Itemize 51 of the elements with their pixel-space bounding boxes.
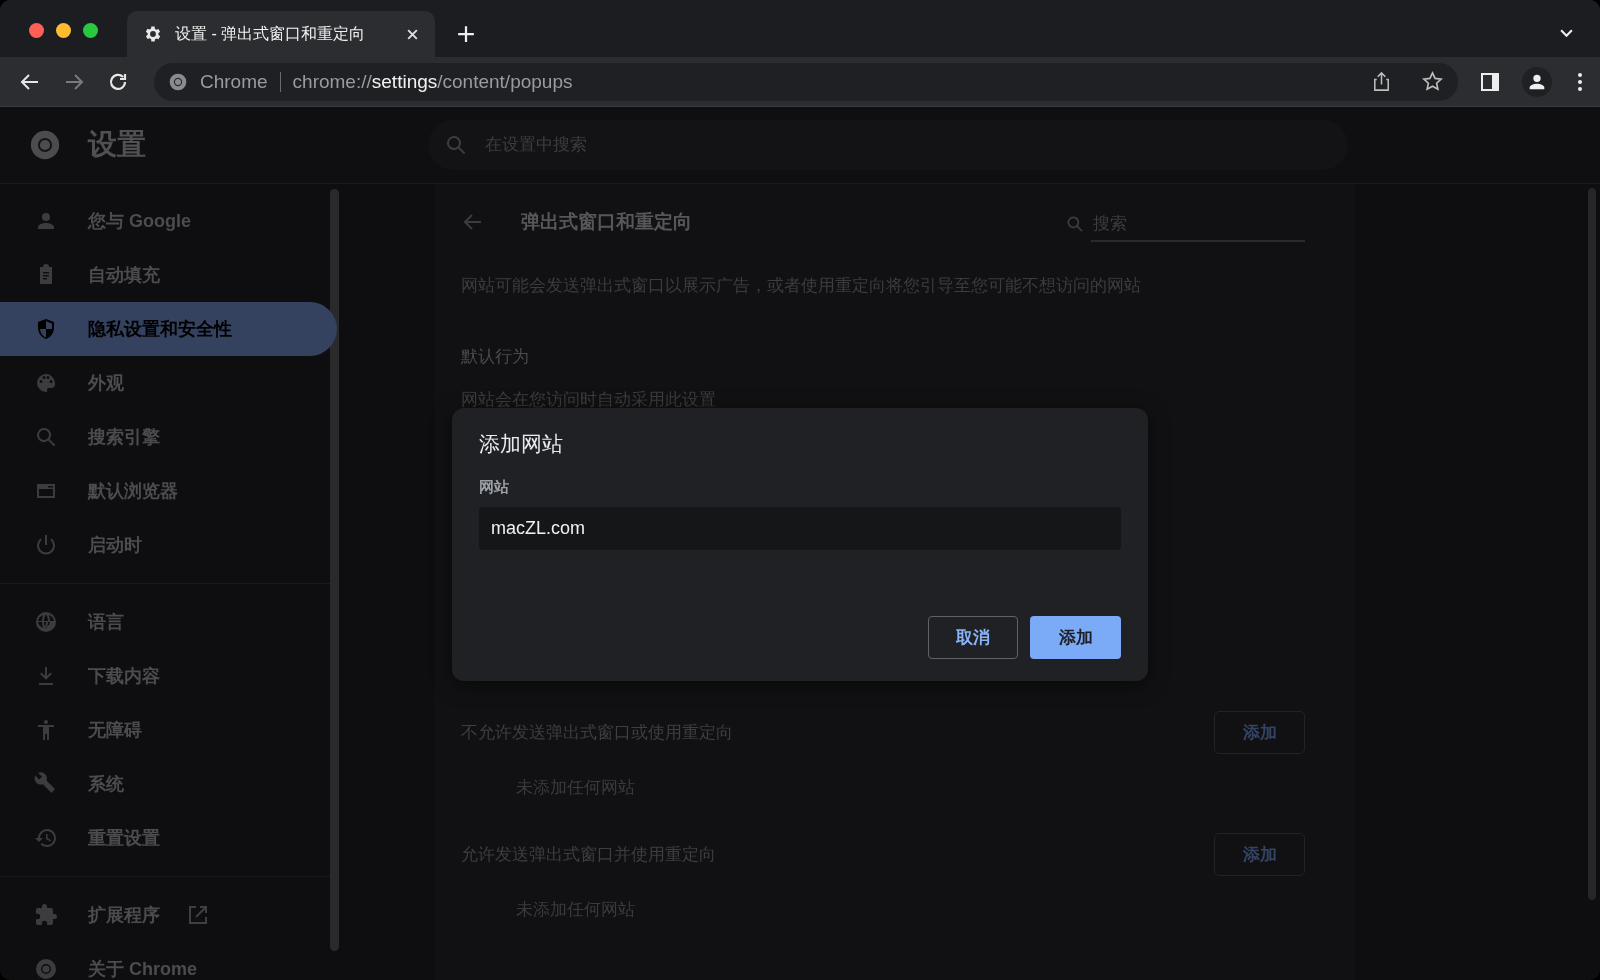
- section-heading: 默认行为: [461, 346, 530, 368]
- sidebar-item[interactable]: 重置设置: [0, 811, 326, 865]
- power-icon: [34, 533, 58, 557]
- sidebar-item[interactable]: 系统: [0, 757, 326, 811]
- star-icon[interactable]: [1421, 70, 1444, 93]
- add-button[interactable]: 添加: [1214, 711, 1305, 754]
- sidebar-item[interactable]: 搜索引擎: [0, 410, 326, 464]
- globe-icon: [34, 610, 58, 634]
- history-icon: [34, 826, 58, 850]
- sidebar-item[interactable]: 默认浏览器: [0, 464, 326, 518]
- new-tab-icon[interactable]: [457, 25, 475, 43]
- address-bar[interactable]: Chrome chrome://settings/content/popups: [154, 62, 1458, 101]
- url-text: chrome://settings/content/popups: [292, 70, 573, 93]
- palette-icon: [34, 371, 58, 395]
- add-button[interactable]: 添加: [1214, 833, 1305, 876]
- site-label: Chrome: [200, 70, 268, 93]
- sidebar-item[interactable]: 您与 Google: [0, 194, 326, 248]
- chrome-logo-icon: [168, 71, 188, 92]
- sidebar-item[interactable]: 语言: [0, 595, 326, 649]
- search-icon: [1065, 214, 1085, 234]
- profile-avatar[interactable]: [1522, 66, 1552, 97]
- close-icon[interactable]: [406, 27, 419, 41]
- minimize-window-button[interactable]: [56, 23, 71, 38]
- add-button[interactable]: 添加: [1030, 616, 1121, 659]
- external-link-icon: [186, 903, 210, 927]
- sidebar-item[interactable]: 外观: [0, 356, 326, 410]
- search-icon: [34, 425, 58, 449]
- settings-title: 设置: [88, 127, 147, 162]
- wrench-icon: [34, 772, 58, 796]
- scrollbar[interactable]: [1588, 188, 1596, 900]
- sidebar-item[interactable]: 扩展程序: [0, 888, 326, 942]
- site-input-field[interactable]: macZL.com: [479, 507, 1121, 550]
- dialog-title: 添加网站: [479, 431, 564, 457]
- sidebar-item[interactable]: 启动时: [0, 518, 326, 572]
- sidebar-item[interactable]: 无障碍: [0, 703, 326, 757]
- sidebar-item[interactable]: 隐私设置和安全性: [0, 302, 337, 356]
- close-window-button[interactable]: [29, 23, 44, 38]
- cancel-button[interactable]: 取消: [928, 616, 1018, 659]
- page-title: 弹出式窗口和重定向: [521, 210, 692, 234]
- puzzle-icon: [34, 903, 58, 927]
- sidebar-item[interactable]: 下载内容: [0, 649, 326, 703]
- sidebar-item[interactable]: 关于 Chrome: [0, 942, 326, 980]
- zoom-window-button[interactable]: [83, 23, 98, 38]
- gear-icon: [143, 24, 163, 44]
- browser-tab[interactable]: 设置 - 弹出式窗口和重定向: [127, 11, 435, 57]
- field-label: 网站: [479, 478, 510, 497]
- chrome-logo-icon: [28, 128, 62, 162]
- sidebar-item[interactable]: 自动填充: [0, 248, 326, 302]
- search-icon: [444, 133, 468, 157]
- chevron-down-icon[interactable]: [1559, 28, 1574, 39]
- scrollbar[interactable]: [330, 189, 339, 951]
